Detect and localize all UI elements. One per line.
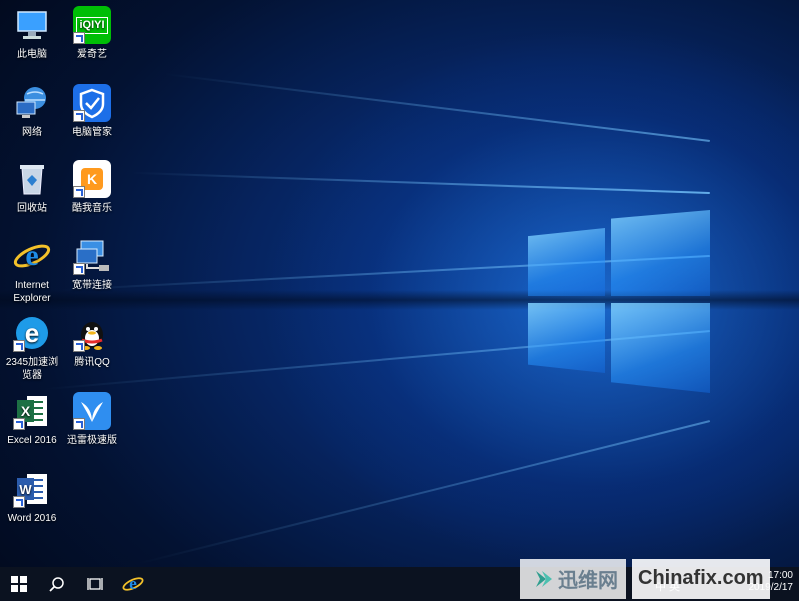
desktop-icon-iqiyi[interactable]: iQIYI 爱奇艺 <box>56 6 128 61</box>
network-icon <box>13 84 51 122</box>
task-view-icon <box>87 578 103 590</box>
search-icon <box>49 577 64 592</box>
svg-text:W: W <box>19 482 32 497</box>
windows-logo-pane <box>528 228 605 296</box>
desktop-icon-xunlei[interactable]: 迅雷极速版 <box>56 392 128 447</box>
watermark: 迅维网 Chinafix.com <box>520 556 799 601</box>
shortcut-arrow-icon <box>73 340 85 352</box>
watermark-right: Chinafix.com <box>632 558 770 599</box>
shortcut-arrow-icon <box>13 496 25 508</box>
desktop-wallpaper: 此电脑 网络 回收站 e Internet Explorer e 2345加速浏… <box>0 0 799 567</box>
shortcut-arrow-icon <box>13 418 25 430</box>
windows-logo-pane <box>611 303 710 393</box>
wallpaper-beam <box>130 171 711 194</box>
tencent-qq-icon <box>73 314 111 352</box>
excel-icon: X <box>13 392 51 430</box>
xunlei-icon <box>73 392 111 430</box>
desktop-icon-label: 电脑管家 <box>72 127 112 138</box>
desktop-icon-tencent-qq[interactable]: 腾讯QQ <box>56 314 128 369</box>
browser-2345-icon: e <box>13 314 51 352</box>
this-pc-icon <box>13 6 51 44</box>
desktop-icon-kuwo-music[interactable]: K 酷我音乐 <box>56 160 128 215</box>
wallpaper-beam <box>137 420 711 565</box>
watermark-right-text: Chinafix.com <box>638 567 764 589</box>
task-view-button[interactable] <box>76 567 114 601</box>
desktop-icon-label: 酷我音乐 <box>72 203 112 214</box>
desktop-icon-word[interactable]: W Word 2016 <box>0 470 68 525</box>
desktop-icon-label: Word 2016 <box>7 513 57 524</box>
start-icon <box>11 576 27 592</box>
desktop-icon-label: 迅雷极速版 <box>67 435 117 446</box>
svg-text:X: X <box>21 403 31 419</box>
shortcut-arrow-icon <box>73 32 85 44</box>
svg-text:e: e <box>25 318 39 348</box>
watermark-left-text: 迅维网 <box>558 570 618 592</box>
windows-logo-pane <box>611 210 710 296</box>
desktop-icon-label: 回收站 <box>17 203 47 214</box>
shortcut-arrow-icon <box>13 340 25 352</box>
desktop-icon-label: 腾讯QQ <box>74 357 110 368</box>
windows-logo-pane <box>528 303 605 373</box>
desktop-icon-label: Excel 2016 <box>7 435 57 446</box>
iqiyi-logo-text: iQIYI <box>76 16 108 34</box>
desktop-icon-label: Internet Explorer <box>13 280 51 304</box>
recycle-bin-icon <box>13 160 51 198</box>
shortcut-arrow-icon <box>73 110 85 122</box>
desktop-icon-label: 2345加速浏览器 <box>5 357 59 381</box>
desktop-icon-label: 网络 <box>22 127 42 138</box>
shortcut-arrow-icon <box>73 263 85 275</box>
svg-text:e: e <box>25 239 38 272</box>
kuwo-music-icon: K <box>73 160 111 198</box>
taskbar-pinned-ie[interactable]: e <box>114 567 152 601</box>
desktop-icon-label: 宽带连接 <box>72 280 112 291</box>
word-icon: W <box>13 470 51 508</box>
kuwo-logo-text: K <box>86 170 98 187</box>
desktop-icon-pc-manager[interactable]: 电脑管家 <box>56 84 128 139</box>
start-button[interactable] <box>0 567 38 601</box>
shortcut-arrow-icon <box>73 186 85 198</box>
internet-explorer-icon: e <box>122 574 144 593</box>
svg-text:e: e <box>129 574 137 593</box>
desktop-icon-broadband[interactable]: 宽带连接 <box>56 237 128 292</box>
desktop-icon-label: 此电脑 <box>17 49 47 60</box>
broadband-connection-icon <box>73 237 111 275</box>
watermark-left: 迅维网 <box>520 558 626 599</box>
wallpaper-beam <box>163 72 711 142</box>
wallpaper-beam <box>42 330 711 391</box>
pc-manager-icon <box>73 84 111 122</box>
watermark-arrow-icon <box>536 570 552 587</box>
search-button[interactable] <box>38 567 76 601</box>
shortcut-arrow-icon <box>73 418 85 430</box>
desktop-icon-label: 爱奇艺 <box>77 49 107 60</box>
iqiyi-icon: iQIYI <box>73 6 111 44</box>
internet-explorer-icon: e <box>13 237 51 275</box>
